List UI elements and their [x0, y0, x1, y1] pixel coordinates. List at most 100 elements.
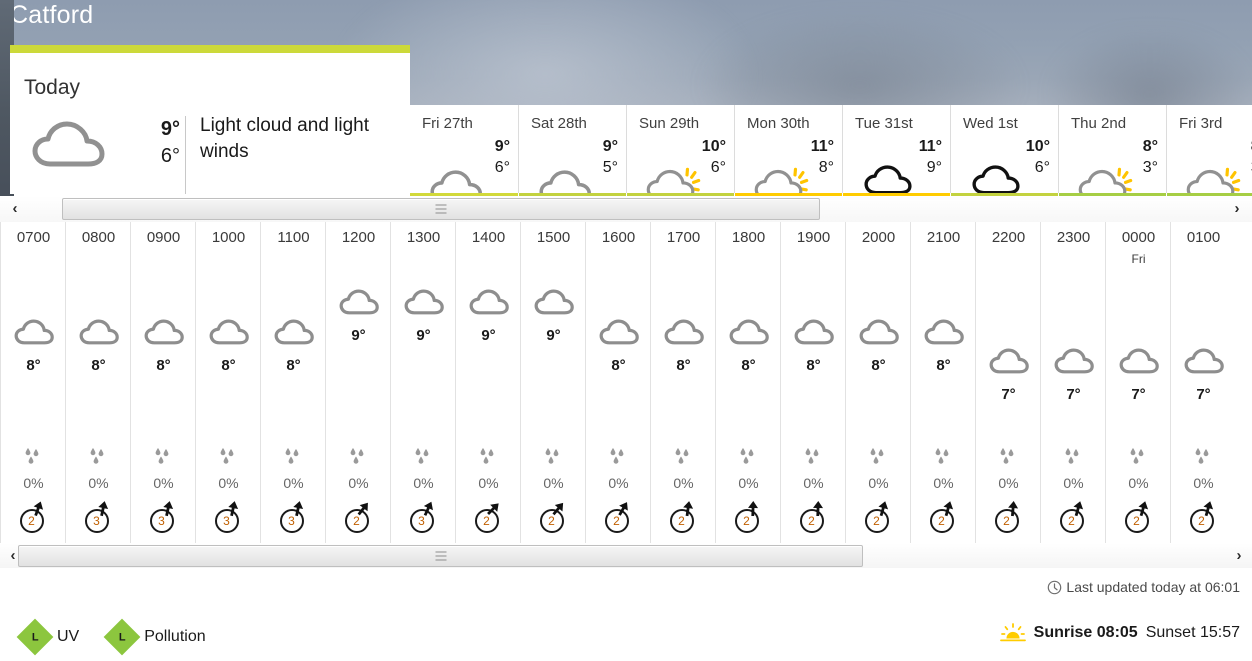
hour-precip-percent: 0% [88, 475, 109, 491]
cloud-icon [599, 319, 639, 345]
day-tab-date: Fri 3rd [1179, 115, 1223, 132]
today-summary-card[interactable]: Today 9° 6° Light cloud and light winds [10, 45, 410, 194]
day-tab-high-temp: 11° [918, 138, 942, 155]
daily-scroll-track[interactable] [22, 198, 1230, 220]
day-tab-low-temp: 3° [1142, 159, 1158, 176]
day-tab-6[interactable]: Thu 2nd 8° 3° [1058, 105, 1166, 205]
hour-temperature: 9° [546, 327, 561, 344]
sunrise-icon [999, 623, 1026, 642]
hour-column-4[interactable]: 1100 8° 0% 3 [260, 222, 325, 543]
cloud-icon [729, 319, 769, 345]
today-low-temp: 6° [160, 145, 180, 167]
hour-temperature: 7° [1196, 386, 1211, 403]
day-tab-low-temp: 6° [710, 159, 726, 176]
pollution-label: Pollution [144, 628, 206, 645]
pollution-level-text: L [118, 630, 126, 643]
hour-precip-percent: 0% [608, 475, 629, 491]
day-tab-0[interactable]: Fri 27th 9° 6° [410, 105, 518, 203]
day-tab-low-temp: 6° [494, 159, 510, 176]
daily-forecast-tabs[interactable]: Fri 27th 9° 6° Sat 28th 9° 5° Sun 29th 10° 6° Mon… [410, 105, 1252, 209]
hour-column-2[interactable]: 0900 8° 0% 3 [130, 222, 195, 543]
hour-time-label: 2100 [926, 229, 961, 246]
hour-column-1[interactable]: 0800 8° 0% 3 [65, 222, 130, 543]
day-tab-4[interactable]: Tue 31st 11° 9° [842, 105, 950, 209]
hour-precip-icon [1171, 447, 1236, 472]
cloud-icon [794, 319, 834, 345]
hour-time-label: 1500 [536, 229, 571, 246]
hour-column-10[interactable]: 1700 8° 0% 2 [650, 222, 715, 543]
pollution-badge-group[interactable]: L Pollution [103, 618, 206, 656]
hour-column-18[interactable]: 0100 7° 0% 2 [1170, 222, 1235, 543]
hour-column-14[interactable]: 2100 8° 0% 2 [910, 222, 975, 543]
hero-backdrop-cloud-c [1050, 30, 1250, 112]
hour-temperature: 8° [936, 357, 951, 374]
hour-weather-icon [326, 287, 391, 324]
day-tab-icon [419, 135, 483, 203]
day-tab-1[interactable]: Sat 28th 9° 5° [518, 105, 626, 203]
hour-precip-percent: 0% [348, 475, 369, 491]
hour-temperature: 9° [416, 327, 431, 344]
day-tab-date: Sun 29th [639, 115, 700, 132]
wind-badge: 2 [19, 501, 49, 533]
hourly-forecast-grid[interactable]: 0700 8° 0% 2 0800 8° 0% 3 0900 8° 0% 3 1000 8° 0% 3 1100… [0, 222, 1252, 543]
hour-temperature: 7° [1131, 386, 1146, 403]
cloud-icon [1054, 348, 1094, 374]
wind-badge: 2 [474, 503, 504, 533]
today-divider [185, 116, 186, 194]
day-tab-2[interactable]: Sun 29th 10° 6° [626, 105, 734, 205]
hour-weather-icon [196, 317, 261, 354]
wind-speed-value: 2 [743, 514, 750, 528]
hour-precip-icon [651, 447, 716, 472]
sunset-text: Sunset 15:57 [1145, 624, 1240, 641]
hour-column-7[interactable]: 1400 9° 0% 2 [455, 222, 520, 543]
hour-precip-icon [976, 447, 1041, 472]
uv-badge-group[interactable]: L UV [16, 618, 79, 656]
day-tab-5[interactable]: Wed 1st 10° 6° [950, 105, 1058, 209]
day-tab-date: Fri 27th [422, 115, 473, 132]
day-tab-high-temp: 8° [1142, 138, 1158, 155]
hour-weather-icon [846, 317, 911, 354]
daily-scroll-thumb[interactable] [62, 198, 820, 220]
hour-time-label: 1200 [341, 229, 376, 246]
day-tab-high-temp: 10° [1025, 138, 1050, 155]
wind-speed-value: 3 [93, 514, 100, 528]
today-description: Light cloud and light winds [200, 115, 370, 162]
day-tab-7[interactable]: Fri 3rd8°3° [1166, 105, 1252, 205]
hour-precip-percent: 0% [1193, 475, 1214, 491]
hour-wind: 3 [261, 501, 326, 538]
hour-temperature: 8° [806, 357, 821, 374]
hour-column-5[interactable]: 1200 9° 0% 2 [325, 222, 390, 543]
wind-speed-value: 3 [158, 514, 165, 528]
day-tab-3[interactable]: Mon 30th 11° 8° [734, 105, 842, 205]
hour-column-17[interactable]: 0000 Fri 7° 0% 2 [1105, 222, 1170, 543]
raindrops-icon [1130, 448, 1143, 464]
day-tab-high-temp: 10° [701, 138, 726, 155]
hour-column-8[interactable]: 1500 9° 0% 2 [520, 222, 585, 543]
wind-badge: 2 [734, 501, 764, 533]
hour-precip-icon [391, 447, 456, 472]
hour-column-6[interactable]: 1300 9° 0% 3 [390, 222, 455, 543]
day-tab-temperatures: 10° 6° [702, 136, 726, 178]
uv-level-diamond: L [16, 618, 54, 656]
hour-column-0[interactable]: 0700 8° 0% 2 [0, 222, 65, 543]
day-tab-date: Mon 30th [747, 115, 810, 132]
hour-precip-percent: 0% [1063, 475, 1084, 491]
day-tab-high-temp: 9° [602, 138, 618, 155]
day-tab-icon [1176, 135, 1241, 205]
hour-column-3[interactable]: 1000 8° 0% 3 [195, 222, 260, 543]
day-tab-date: Wed 1st [963, 115, 1018, 132]
hour-column-13[interactable]: 2000 8° 0% 2 [845, 222, 910, 543]
hourly-scroll-right-arrow[interactable]: › [1228, 543, 1250, 568]
hour-precip-icon [846, 447, 911, 472]
hour-column-15[interactable]: 2200 7° 0% 2 [975, 222, 1040, 543]
hourly-scroll-thumb[interactable] [18, 545, 863, 567]
hourly-scroll-bar[interactable]: ‹ › [0, 543, 1252, 568]
wind-speed-value: 2 [548, 514, 555, 528]
hour-column-9[interactable]: 1600 8° 0% 2 [585, 222, 650, 543]
hour-column-16[interactable]: 2300 7° 0% 2 [1040, 222, 1105, 543]
wind-badge: 3 [409, 501, 439, 533]
hour-day-label: Fri [1131, 252, 1146, 266]
hour-wind: 2 [326, 502, 391, 538]
hour-column-12[interactable]: 1900 8° 0% 2 [780, 222, 845, 543]
hour-column-11[interactable]: 1800 8° 0% 2 [715, 222, 780, 543]
